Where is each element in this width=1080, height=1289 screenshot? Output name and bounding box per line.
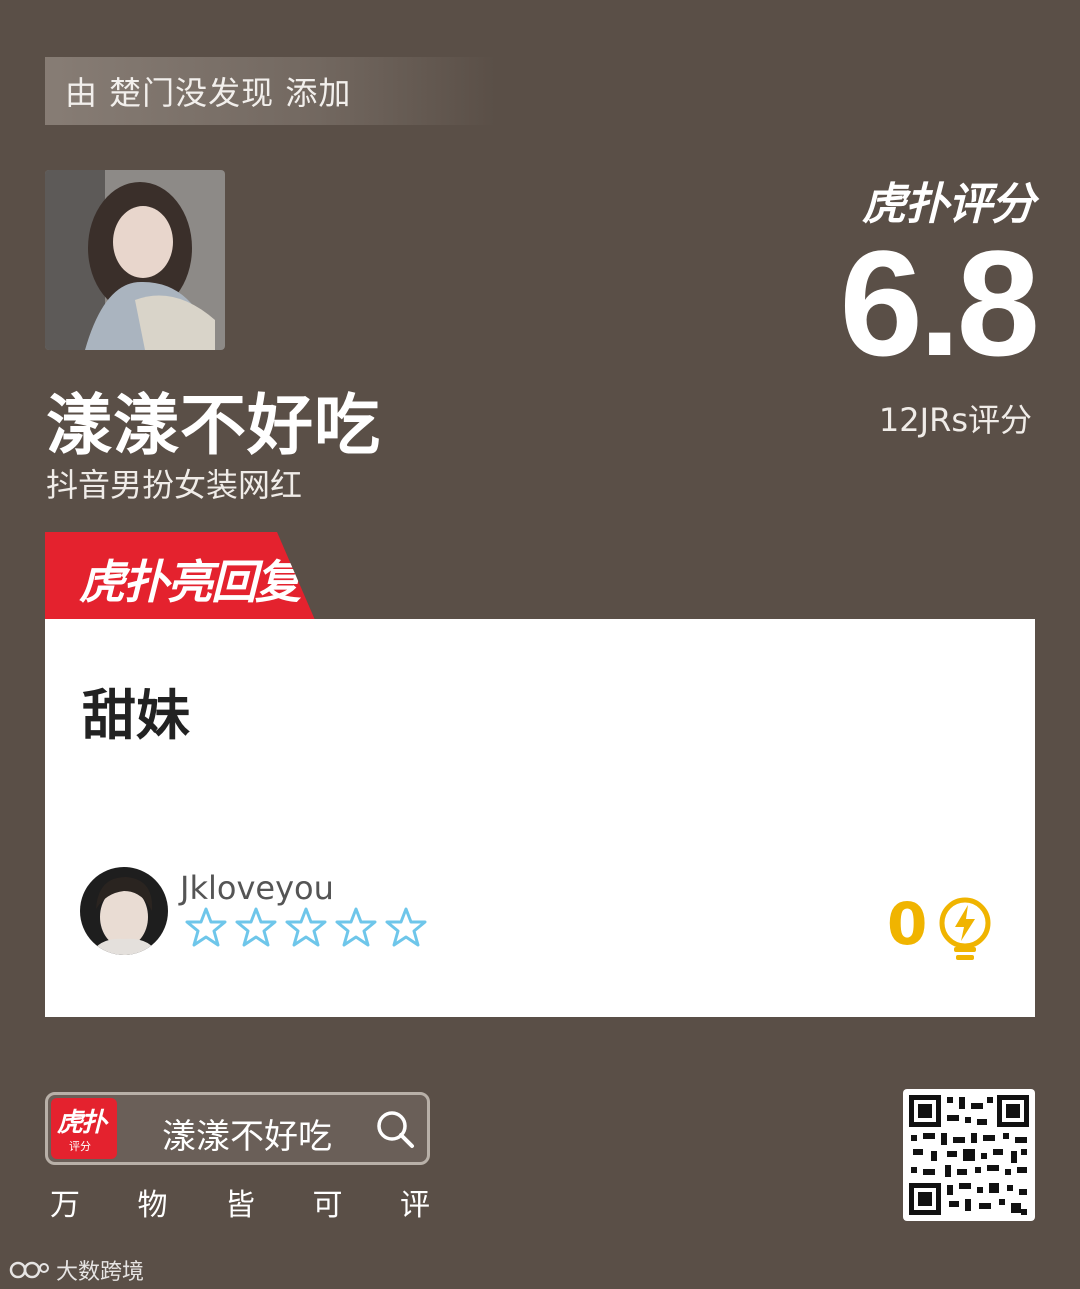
- app-search-bar[interactable]: 虎扑 评分 漾漾不好吃: [45, 1092, 430, 1165]
- star-icon: [285, 907, 327, 947]
- added-by-banner: 由 楚门没发现 添加: [45, 57, 495, 125]
- app-icon-label: 虎扑: [57, 1108, 107, 1138]
- highlight-reply-tag: 虎扑亮回复: [45, 532, 315, 620]
- subject-avatar: [45, 170, 225, 350]
- subject-name: 漾漾不好吃: [46, 387, 381, 464]
- star-icon: [185, 907, 227, 947]
- search-icon[interactable]: [375, 1109, 415, 1149]
- comment-card: 甜妹 Jkloveyou 0: [45, 619, 1035, 1017]
- search-query: 漾漾不好吃: [162, 1117, 332, 1157]
- commenter-username[interactable]: Jkloveyou: [180, 869, 334, 907]
- lightbulb-icon[interactable]: [937, 895, 993, 963]
- highlight-reply-label: 虎扑亮回复: [79, 555, 301, 609]
- subject-description: 抖音男扮女装网红: [46, 466, 303, 504]
- rating-count: 12JRs评分: [878, 401, 1032, 439]
- watermark: 大数跨境: [8, 1254, 144, 1286]
- slogan-char: 万: [50, 1188, 80, 1223]
- hupu-app-icon: 虎扑 评分: [51, 1098, 117, 1159]
- comment-text: 甜妹: [82, 684, 190, 747]
- rating-stars: [185, 907, 427, 947]
- slogan-char: 物: [137, 1188, 168, 1223]
- slogan-char: 皆: [225, 1188, 255, 1223]
- slogan-char: 可: [312, 1188, 343, 1223]
- rating-score: 6.8: [839, 219, 1040, 387]
- star-icon: [385, 907, 427, 947]
- qr-code: [903, 1089, 1035, 1221]
- watermark-text: 大数跨境: [56, 1260, 145, 1285]
- slogan-char: 评: [400, 1188, 430, 1223]
- like-count: 0: [887, 890, 928, 958]
- slogan: 万 物 皆 可 评: [50, 1180, 430, 1224]
- star-icon: [335, 907, 377, 947]
- added-by-text: 由 楚门没发现 添加: [65, 74, 352, 112]
- app-icon-sublabel: 评分: [69, 1140, 91, 1153]
- commenter-avatar[interactable]: [80, 867, 168, 955]
- watermark-logo-icon: [9, 1261, 49, 1279]
- star-icon: [235, 907, 277, 947]
